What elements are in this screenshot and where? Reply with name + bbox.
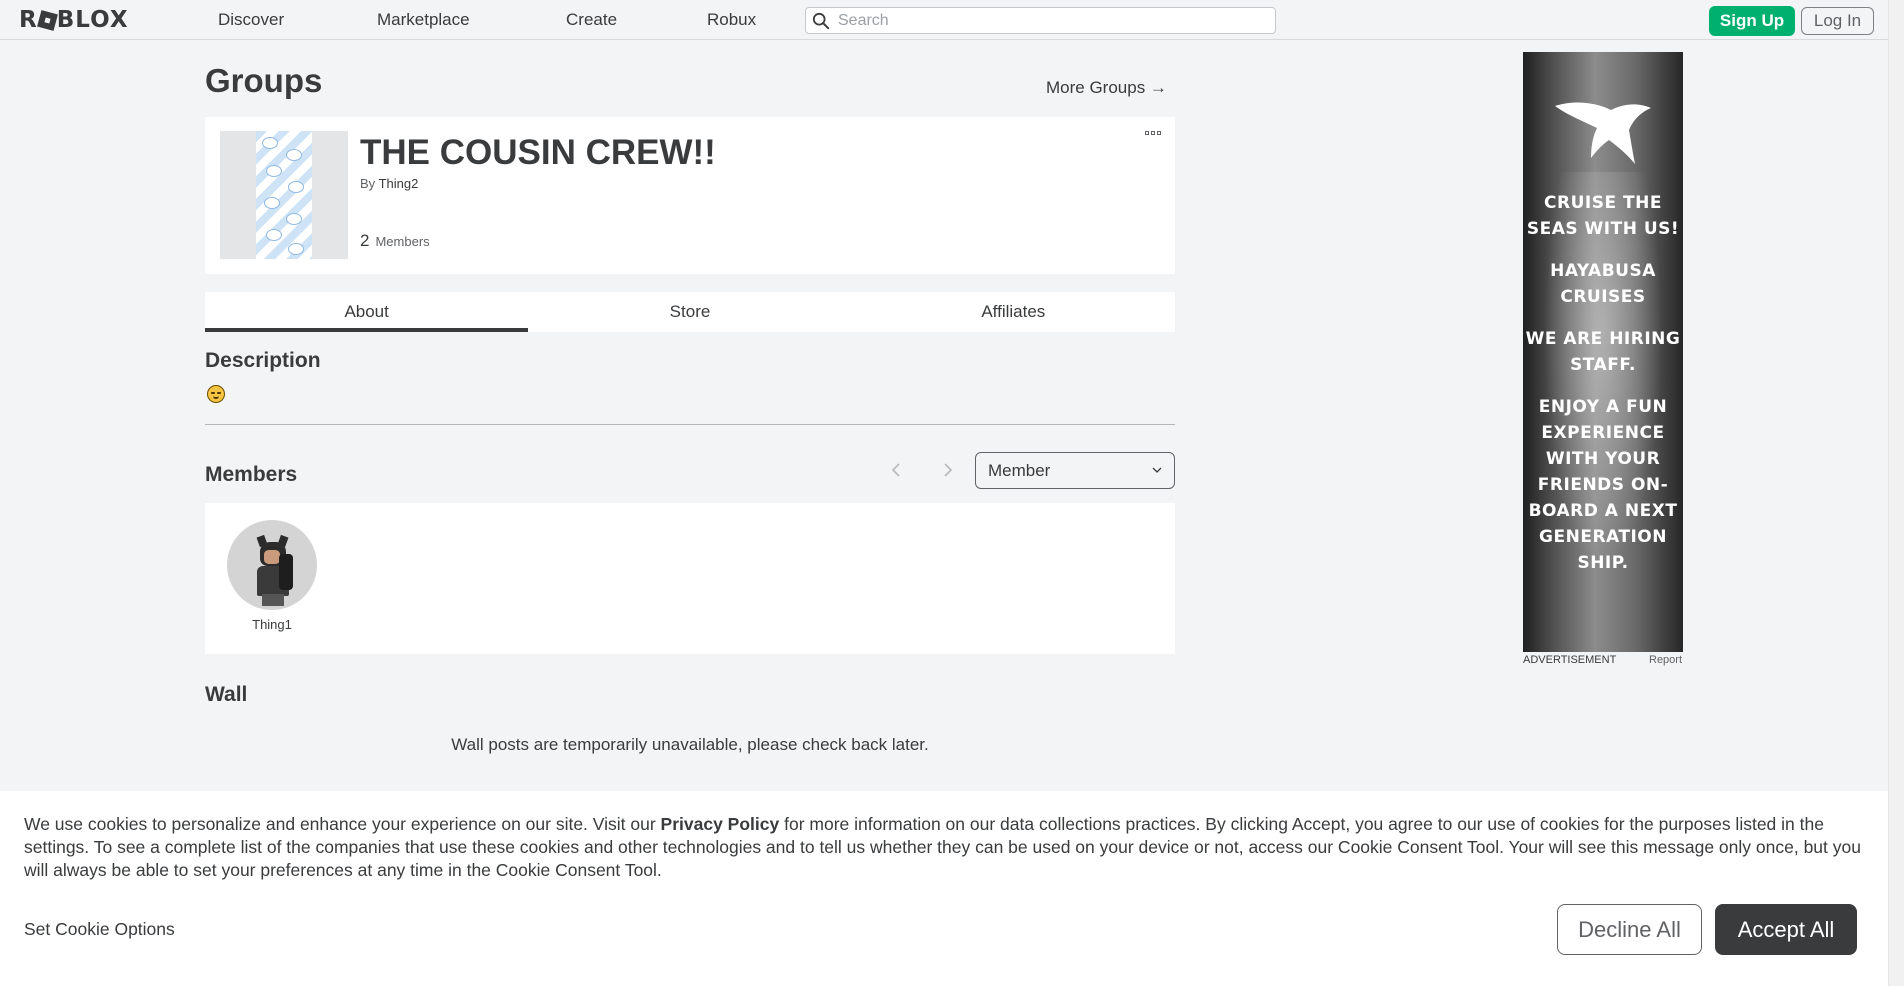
emblem-blob (286, 213, 302, 225)
logo-letter-r: R (19, 7, 38, 33)
group-owner-link[interactable]: Thing2 (379, 176, 419, 191)
group-header-card: THE COUSIN CREW!! By Thing2 2 Members (205, 117, 1175, 274)
description-heading: Description (205, 349, 321, 372)
emblem-blob (288, 243, 304, 255)
member-card[interactable]: Thing1 (227, 520, 317, 632)
nav-link-create[interactable]: Create (566, 10, 617, 30)
cookie-consent-banner: We use cookies to personalize and enhanc… (0, 791, 1888, 986)
member-name[interactable]: Thing1 (227, 617, 317, 632)
group-members-count: 2 Members (360, 231, 430, 251)
emblem-blob (262, 137, 278, 149)
by-label: By (360, 176, 376, 191)
previous-page-chevron-icon[interactable] (886, 460, 906, 480)
more-options-icon[interactable] (1145, 131, 1163, 137)
members-heading: Members (205, 463, 298, 486)
pensive-face-emoji (207, 385, 225, 403)
emblem-blob (288, 181, 304, 193)
tab-affiliates[interactable]: Affiliates (852, 292, 1175, 332)
members-count-value: 2 (360, 231, 370, 250)
emblem-blob (286, 149, 302, 161)
role-select-dropdown[interactable]: Member (975, 452, 1175, 489)
sign-up-button[interactable]: Sign Up (1709, 6, 1795, 36)
ad-line: HAYABUSA CRUISES (1550, 261, 1656, 307)
report-ad-link[interactable]: Report (1649, 654, 1682, 666)
decline-all-button[interactable]: Decline All (1557, 904, 1702, 955)
emblem-pattern (256, 131, 312, 259)
page-scrollbar[interactable] (1888, 0, 1904, 986)
member-avatar[interactable] (227, 520, 317, 610)
accept-all-button[interactable]: Accept All (1715, 904, 1857, 955)
log-in-button[interactable]: Log In (1801, 7, 1874, 35)
chevron-down-icon (1152, 467, 1162, 473)
members-count-label: Members (375, 234, 430, 249)
role-select-value: Member (988, 460, 1051, 480)
more-groups-link[interactable]: More Groups → (1046, 78, 1167, 98)
page-title: Groups (205, 62, 323, 99)
tab-about[interactable]: About (205, 292, 529, 332)
ad-line: WE ARE HIRING STAFF. (1525, 329, 1681, 375)
cookie-message: We use cookies to personalize and enhanc… (24, 813, 1874, 882)
falcon-logo-icon (1555, 102, 1651, 164)
ad-copy: CRUISE THE SEAS WITH US! HAYABUSA CRUISE… (1523, 190, 1683, 592)
emblem-blob (266, 165, 282, 177)
next-page-chevron-icon[interactable] (938, 460, 958, 480)
emblem-blob (266, 229, 282, 241)
advertisement-banner[interactable]: CRUISE THE SEAS WITH US! HAYABUSA CRUISE… (1523, 52, 1683, 652)
group-tabs: About Store Affiliates (205, 292, 1175, 332)
tab-store[interactable]: Store (528, 292, 851, 332)
logo-tilted-square-icon (36, 9, 58, 31)
section-divider (205, 424, 1175, 425)
cookie-text-part1: We use cookies to personalize and enhanc… (24, 814, 661, 834)
logo-letters-blox: BLOX (56, 7, 129, 33)
roblox-logo[interactable]: R BLOX (19, 7, 129, 33)
nav-link-robux[interactable]: Robux (707, 10, 756, 30)
group-owner-line: By Thing2 (360, 176, 418, 191)
advertisement-label: ADVERTISEMENT (1523, 654, 1617, 666)
nav-link-discover[interactable]: Discover (218, 10, 284, 30)
set-cookie-options-link[interactable]: Set Cookie Options (24, 919, 175, 940)
group-name: THE COUSIN CREW!! (360, 133, 716, 172)
search-box (805, 7, 1276, 34)
wall-heading: Wall (205, 683, 248, 706)
emblem-blob (264, 197, 280, 209)
wall-unavailable-message: Wall posts are temporarily unavailable, … (451, 735, 929, 754)
ad-line: CRUISE THE SEAS WITH US! (1526, 193, 1680, 239)
search-icon[interactable] (812, 12, 830, 30)
ad-line: ENJOY A FUN EXPERIENCE WITH YOUR FRIENDS… (1528, 397, 1678, 573)
search-input[interactable] (838, 10, 1268, 31)
nav-link-marketplace[interactable]: Marketplace (377, 10, 470, 30)
top-navigation: R BLOX Discover Marketplace Create Robux … (0, 0, 1888, 40)
members-panel: Thing1 (205, 503, 1175, 654)
group-emblem-image (220, 131, 348, 259)
privacy-policy-link[interactable]: Privacy Policy (661, 814, 780, 834)
